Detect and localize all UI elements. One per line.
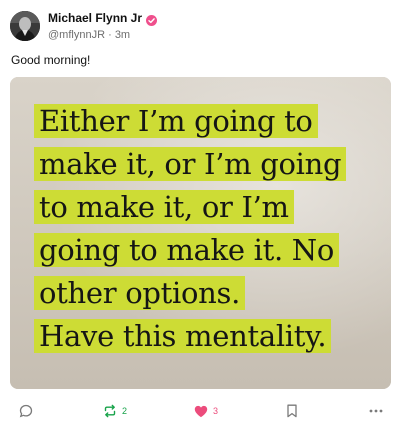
quote-line-text: going to make it. No (34, 233, 340, 267)
action-bar: 2 3 (0, 398, 403, 424)
post-card: Michael Flynn Jr @mflynnJR · 3m Good mor… (0, 0, 403, 432)
quote-line-text: other options. (34, 276, 246, 310)
quote-line-text: Have this mentality. (34, 319, 332, 353)
avatar[interactable] (10, 11, 40, 41)
quote-line-text: to make it, or I’m (34, 190, 294, 224)
quote-line: other options. (34, 273, 374, 316)
quote-line: Either I’m going to (34, 101, 374, 144)
quote-line: make it, or I’m going (34, 144, 374, 187)
bookmark-icon (287, 404, 297, 418)
name-row: Michael Flynn Jr (48, 11, 158, 26)
like-button[interactable]: 3 (194, 398, 218, 424)
bookmark-button[interactable] (286, 398, 298, 424)
quote-line: going to make it. No (34, 230, 374, 273)
user-names: Michael Flynn Jr @mflynnJR · 3m (48, 11, 158, 43)
more-options-button[interactable] (369, 398, 383, 424)
quote-line: to make it, or I’m (34, 187, 374, 230)
post-image[interactable]: Either I’m going to make it, or I’m goin… (10, 77, 391, 389)
repost-button[interactable]: 2 (103, 398, 127, 424)
display-name[interactable]: Michael Flynn Jr (48, 11, 142, 26)
repost-count: 2 (122, 406, 128, 416)
post-text: Good morning! (11, 53, 91, 67)
handle-row: @mflynnJR · 3m (48, 27, 157, 43)
quote-line-text: make it, or I’m going (34, 147, 347, 181)
ellipsis-icon (369, 409, 383, 413)
reply-button[interactable] (19, 398, 38, 424)
quote-line: Have this mentality. (34, 316, 374, 359)
timestamp[interactable]: 3m (115, 29, 130, 41)
post-header: Michael Flynn Jr @mflynnJR · 3m (10, 11, 158, 43)
separator: · (108, 29, 112, 41)
like-count: 3 (213, 406, 219, 416)
image-quote: Either I’m going to make it, or I’m goin… (34, 101, 374, 359)
verified-badge-icon (146, 13, 158, 26)
repost-icon (104, 404, 116, 418)
heart-icon (194, 405, 208, 417)
quote-line-text: Either I’m going to (34, 104, 318, 138)
reply-icon (19, 404, 33, 418)
handle[interactable]: @mflynnJR (48, 29, 105, 41)
